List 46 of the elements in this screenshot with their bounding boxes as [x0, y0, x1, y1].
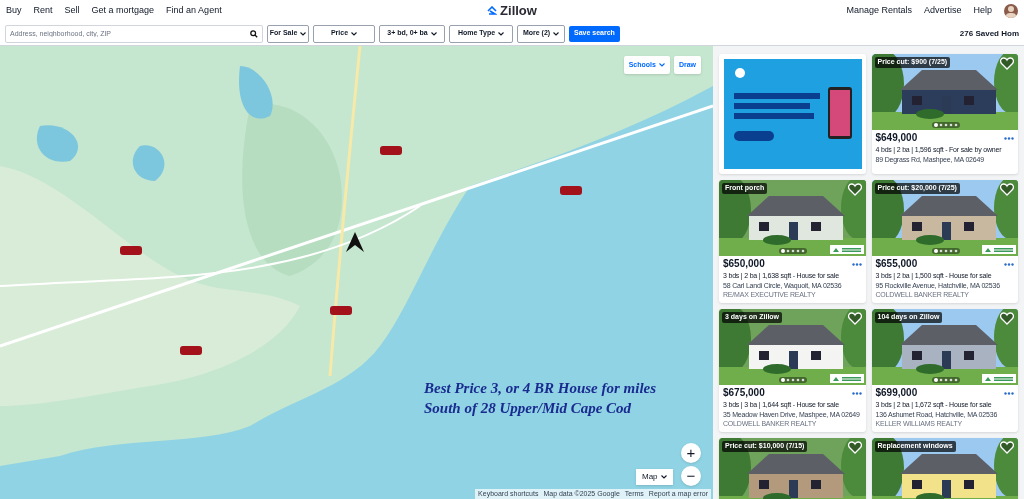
carousel-dots[interactable]: [931, 377, 960, 383]
carousel-dots[interactable]: [931, 122, 960, 128]
heart-icon[interactable]: [847, 312, 862, 325]
caret-icon: [658, 63, 665, 67]
logo[interactable]: Zillow: [500, 1, 537, 21]
nav-link[interactable]: Manage Rentals: [846, 4, 912, 18]
more-options-icon[interactable]: [1004, 391, 1014, 395]
nav-link[interactable]: Help: [973, 4, 992, 18]
caret-icon: [351, 31, 358, 36]
more-options-icon[interactable]: [851, 262, 862, 266]
carousel-dots[interactable]: [779, 248, 807, 254]
nav-link[interactable]: Advertise: [923, 4, 962, 18]
annotation-text: Best Price 3, or 4 BR House for miles: [424, 379, 657, 398]
heart-icon[interactable]: [1000, 441, 1014, 454]
caret-icon: [430, 31, 437, 36]
caret-icon: [660, 475, 667, 479]
listing-price: $675,000: [723, 388, 765, 398]
more-options-icon[interactable]: [1004, 262, 1014, 266]
caret-icon: [498, 31, 505, 36]
avatar[interactable]: [1004, 4, 1018, 18]
heart-icon[interactable]: [1000, 312, 1014, 325]
nav-link[interactable]: Get a mortgage: [91, 4, 155, 18]
listing-price: $655,000: [875, 259, 918, 269]
listing-price: $649,000: [875, 133, 918, 143]
more-options-icon[interactable]: [1004, 136, 1014, 140]
nav-link[interactable]: Find an Agent: [166, 4, 222, 18]
heart-icon[interactable]: [847, 441, 862, 454]
search-icon: [250, 29, 258, 38]
listing-price: $650,000: [723, 259, 765, 269]
arrowhead-icon: [346, 232, 364, 252]
carousel-dots[interactable]: [931, 248, 960, 254]
nav-link[interactable]: Rent: [33, 4, 53, 18]
logo-icon: [487, 6, 498, 16]
carousel-dots[interactable]: [779, 377, 807, 383]
heart-icon[interactable]: [847, 183, 862, 196]
listing-price: $699,000: [875, 388, 918, 398]
map-type-dropdown[interactable]: Map: [636, 469, 673, 485]
caret-icon: [300, 31, 307, 36]
annotation-text: South of 28 Upper/Mid Cape Cod: [424, 399, 633, 418]
saved-homes-count[interactable]: 276 Saved Hom: [959, 27, 1019, 40]
heart-icon[interactable]: [1000, 183, 1014, 196]
nav-link[interactable]: Sell: [64, 4, 80, 18]
caret-icon: [553, 31, 560, 36]
more-options-icon[interactable]: [851, 391, 862, 395]
nav-link[interactable]: Buy: [6, 4, 22, 18]
heart-icon[interactable]: [1000, 57, 1014, 70]
